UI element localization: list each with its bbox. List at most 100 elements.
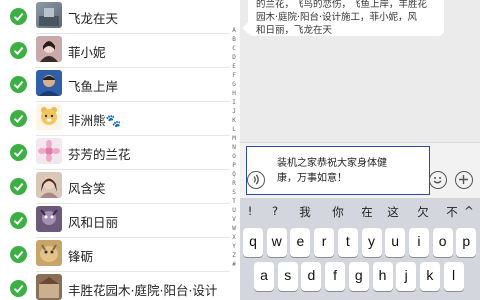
- message-line: 园木·庭院·阳台·设计施工，菲小妮，风: [256, 12, 418, 23]
- key[interactable]: f: [325, 262, 346, 291]
- contact-row[interactable]: 飞龙在天: [0, 0, 230, 34]
- index-letter[interactable]: V: [228, 215, 240, 224]
- index-letter[interactable]: #: [228, 260, 240, 269]
- emoji-icon[interactable]: [429, 171, 447, 189]
- avatar: [36, 70, 62, 96]
- index-letter[interactable]: G: [228, 80, 240, 89]
- avatar: [36, 240, 62, 266]
- index-letter[interactable]: M: [228, 134, 240, 143]
- contact-name: 锋砺: [68, 249, 94, 264]
- key[interactable]: a: [254, 262, 274, 291]
- index-letter[interactable]: I: [228, 98, 240, 107]
- key[interactable]: q: [243, 228, 263, 257]
- selected-check-icon[interactable]: [10, 246, 27, 263]
- index-letter[interactable]: T: [228, 197, 240, 206]
- index-letter[interactable]: B: [228, 35, 240, 44]
- index-letter[interactable]: E: [228, 62, 240, 71]
- index-letter[interactable]: U: [228, 206, 240, 215]
- avatar: [36, 172, 62, 198]
- key[interactable]: p: [456, 228, 477, 257]
- selected-check-icon[interactable]: [10, 178, 27, 195]
- contact-row[interactable]: 飞鱼上岸: [0, 68, 230, 102]
- contact-name: 菲小妮: [68, 45, 106, 60]
- avatar: [36, 274, 62, 300]
- index-letter[interactable]: X: [228, 233, 240, 242]
- selected-check-icon[interactable]: [10, 76, 27, 93]
- index-letter[interactable]: O: [228, 152, 240, 161]
- avatar: [36, 104, 62, 130]
- candidate-word[interactable]: !: [243, 204, 257, 218]
- index-letter[interactable]: W: [228, 224, 240, 233]
- contact-row[interactable]: 芬芳的兰花: [0, 136, 230, 170]
- alphabet-index[interactable]: A B C D E F G H I J K L M N O P Q R S T U V W X Y Z #: [228, 26, 240, 269]
- selected-check-icon[interactable]: [10, 212, 27, 229]
- index-letter[interactable]: P: [228, 161, 240, 170]
- contact-list: 飞龙在天 菲小妮 飞鱼上岸 非洲熊🐾 芬芳的兰花 风含笑 风和日丽 锋砺 丰胜花…: [0, 0, 240, 300]
- index-letter[interactable]: R: [228, 179, 240, 188]
- index-letter[interactable]: K: [228, 116, 240, 125]
- contact-name: 风含笑: [68, 181, 106, 196]
- contact-row[interactable]: 风和日丽: [0, 204, 230, 238]
- key[interactable]: t: [337, 228, 358, 257]
- index-letter[interactable]: Y: [228, 242, 240, 251]
- contact-name: 丰胜花园木·庭院·阳台·设计: [68, 283, 218, 298]
- candidate-word[interactable]: ^: [462, 204, 476, 218]
- index-letter[interactable]: H: [228, 89, 240, 98]
- candidate-word[interactable]: 不: [445, 204, 459, 220]
- contact-row[interactable]: 风含笑: [0, 170, 230, 204]
- index-letter[interactable]: Z: [228, 251, 240, 260]
- contact-row[interactable]: 锋砺: [0, 238, 230, 272]
- message-input-bar: 装机之家恭祝大家身体健 康，万事如意！: [240, 142, 480, 198]
- key[interactable]: o: [432, 228, 453, 257]
- plus-icon[interactable]: [455, 171, 473, 189]
- key[interactable]: i: [408, 228, 429, 257]
- key[interactable]: d: [301, 262, 322, 291]
- index-letter[interactable]: S: [228, 188, 240, 197]
- index-letter[interactable]: N: [228, 143, 240, 152]
- selected-check-icon[interactable]: [10, 42, 27, 59]
- index-letter[interactable]: L: [228, 125, 240, 134]
- contact-name: 飞鱼上岸: [68, 79, 119, 94]
- keyboard: !? 我 你在这欠不 ^ qwertyuiop asdfghjkl: [240, 198, 480, 300]
- candidate-word[interactable]: 欠: [416, 204, 430, 220]
- candidate-word[interactable]: 我: [298, 204, 312, 220]
- index-letter[interactable]: C: [228, 44, 240, 53]
- index-letter[interactable]: J: [228, 107, 240, 116]
- key[interactable]: j: [396, 262, 417, 291]
- index-letter[interactable]: D: [228, 53, 240, 62]
- key[interactable]: k: [419, 262, 440, 291]
- candidate-word[interactable]: 这: [386, 204, 400, 220]
- contact-name: 芬芳的兰花: [68, 147, 131, 162]
- key[interactable]: h: [372, 262, 393, 291]
- input-text-line: 康，万事如意！: [277, 173, 347, 184]
- selected-check-icon[interactable]: [10, 144, 27, 161]
- contact-row[interactable]: 丰胜花园木·庭院·阳台·设计: [0, 272, 230, 300]
- message-input[interactable]: 装机之家恭祝大家身体健 康，万事如意！: [246, 146, 430, 195]
- key[interactable]: r: [314, 228, 335, 257]
- candidate-word[interactable]: 在: [360, 204, 374, 220]
- key[interactable]: w: [266, 228, 287, 257]
- key[interactable]: e: [290, 228, 311, 257]
- selected-check-icon[interactable]: [10, 110, 27, 127]
- key[interactable]: s: [277, 262, 298, 291]
- selected-check-icon[interactable]: [10, 280, 27, 297]
- contact-row[interactable]: 菲小妮: [0, 34, 230, 68]
- received-message-bubble: 的兰花，飞鸟的恋伤，飞鱼上岸，丰胜花 园木·庭院·阳台·设计施工，菲小妮，风 和…: [248, 0, 444, 36]
- index-letter[interactable]: F: [228, 71, 240, 80]
- contact-name: 非洲熊🐾: [68, 113, 122, 128]
- key[interactable]: y: [361, 228, 382, 257]
- candidate-word[interactable]: 你: [331, 204, 345, 220]
- contact-row[interactable]: 非洲熊🐾: [0, 102, 230, 136]
- key[interactable]: u: [385, 228, 406, 257]
- key[interactable]: l: [443, 262, 464, 291]
- candidate-word[interactable]: ?: [268, 204, 282, 218]
- voice-icon[interactable]: [247, 171, 265, 189]
- selected-check-icon[interactable]: [10, 8, 27, 25]
- avatar: [36, 2, 62, 28]
- key[interactable]: g: [348, 262, 369, 291]
- contact-name: 飞龙在天: [68, 11, 119, 26]
- avatar: [36, 138, 62, 164]
- index-letter[interactable]: A: [228, 26, 240, 35]
- chat-window: 的兰花，飞鸟的恋伤，飞鱼上岸，丰胜花 园木·庭院·阳台·设计施工，菲小妮，风 和…: [240, 0, 480, 300]
- index-letter[interactable]: Q: [228, 170, 240, 179]
